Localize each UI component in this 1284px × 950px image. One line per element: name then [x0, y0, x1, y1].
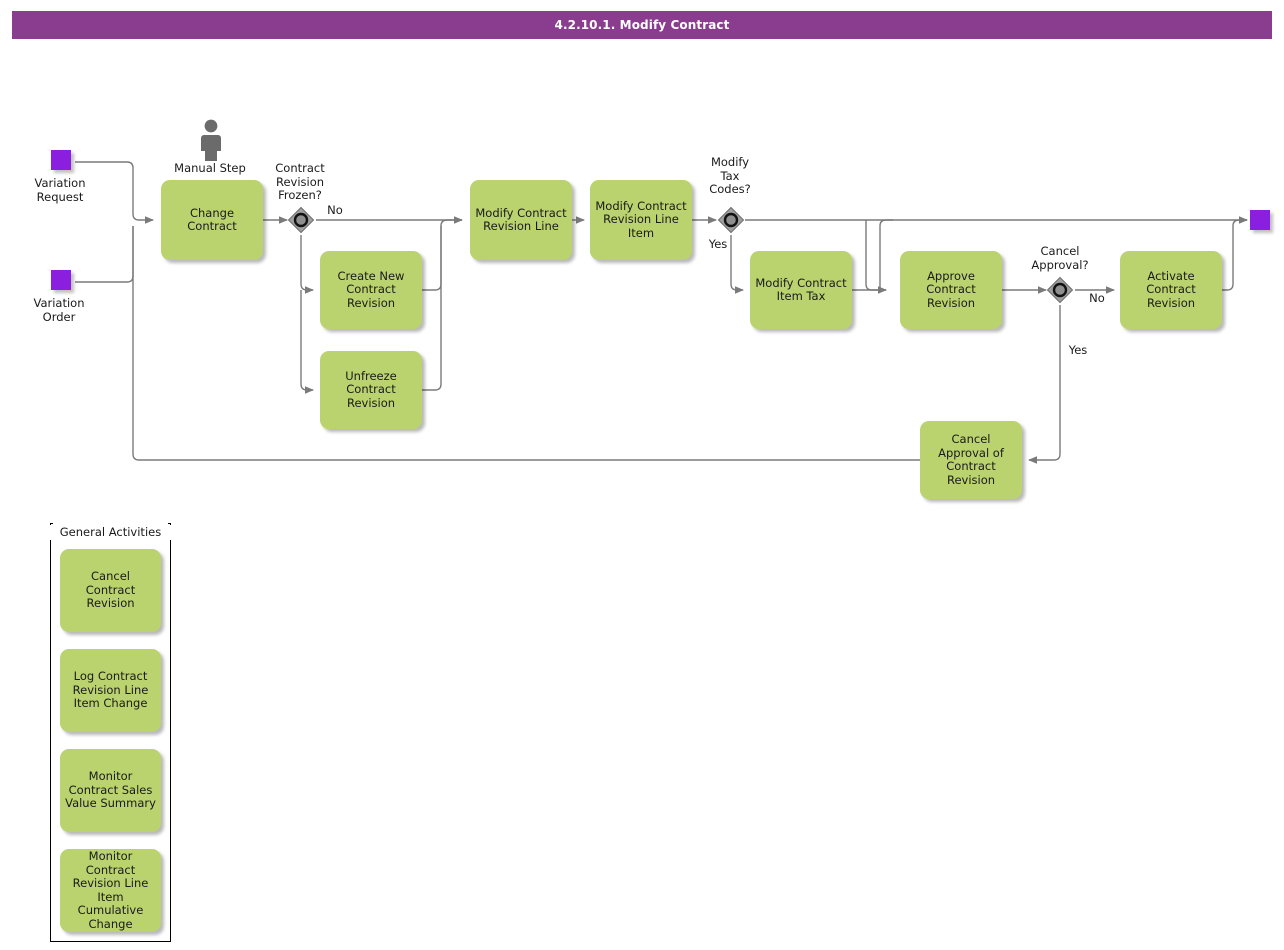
- task-log-contract-revision-line-item-change[interactable]: Log Contract Revision Line Item Change: [60, 649, 161, 732]
- task-monitor-contract-revision-line-item-cumulative-change[interactable]: Monitor Contract Revision Line Item Cumu…: [60, 849, 161, 932]
- task-cancel-approval-of-contract-revision-label: Cancel Approval of Contract Revision: [938, 432, 1004, 487]
- flow-label-cancel-yes: Yes: [1068, 343, 1088, 357]
- gateway-modify-tax-codes-label: Modify Tax Codes?: [709, 155, 751, 196]
- task-activate-contract-revision-label: Activate Contract Revision: [1146, 268, 1196, 310]
- manual-step-label: Manual Step: [174, 161, 246, 175]
- task-modify-contract-item-tax-label: Modify Contract Item Tax: [755, 275, 847, 303]
- gateway-contract-revision-frozen-label: Contract Revision Frozen?: [275, 161, 325, 202]
- task-unfreeze-contract-revision[interactable]: Unfreeze Contract Revision: [320, 351, 422, 429]
- gateway-cancel-approval[interactable]: [1045, 275, 1075, 305]
- task-modify-contract-revision-line-label: Modify Contract Revision Line: [475, 205, 567, 233]
- end-event[interactable]: [1250, 210, 1270, 230]
- gateway-contract-revision-frozen[interactable]: [286, 205, 316, 235]
- task-activate-contract-revision[interactable]: Activate Contract Revision: [1120, 251, 1222, 329]
- start-event-variation-request-label: Variation Request: [34, 176, 86, 204]
- task-cancel-approval-of-contract-revision[interactable]: Cancel Approval of Contract Revision: [920, 421, 1022, 499]
- gateway-cancel-approval-label: Cancel Approval?: [1031, 244, 1089, 272]
- flow-label-tax-yes: Yes: [708, 237, 728, 251]
- task-modify-contract-revision-line[interactable]: Modify Contract Revision Line: [470, 180, 572, 260]
- task-monitor-contract-sales-value-summary[interactable]: Monitor Contract Sales Value Summary: [60, 749, 161, 832]
- flow-label-frozen-no: No: [327, 203, 343, 217]
- process-diagram-canvas: 4.2.10.1. Modify Contract Variation Requ…: [0, 0, 1284, 950]
- task-approve-contract-revision[interactable]: Approve Contract Revision: [900, 251, 1002, 329]
- task-change-contract-label: Change Contract: [187, 205, 237, 233]
- task-modify-contract-item-tax[interactable]: Modify Contract Item Tax: [750, 251, 852, 329]
- task-cancel-contract-revision-label: Cancel Contract Revision: [85, 569, 136, 611]
- flow-label-cancel-no: No: [1089, 291, 1105, 305]
- task-monitor-contract-revision-line-item-cumulative-change-label: Monitor Contract Revision Line Item Cumu…: [72, 849, 149, 931]
- general-activities-title: General Activities: [50, 525, 171, 540]
- gateway-modify-tax-codes[interactable]: [716, 205, 746, 235]
- task-cancel-contract-revision[interactable]: Cancel Contract Revision: [60, 549, 161, 632]
- connector-layer: [75, 161, 1248, 464]
- task-create-new-contract-revision-label: Create New Contract Revision: [337, 268, 405, 310]
- start-event-variation-order[interactable]: [51, 270, 71, 290]
- task-modify-contract-revision-line-item[interactable]: Modify Contract Revision Line Item: [590, 180, 692, 260]
- task-change-contract[interactable]: Change Contract: [161, 180, 263, 260]
- start-event-variation-order-label: Variation Order: [33, 296, 85, 324]
- task-create-new-contract-revision[interactable]: Create New Contract Revision: [320, 251, 422, 329]
- manual-step-person-icon: [198, 118, 224, 162]
- task-unfreeze-contract-revision-label: Unfreeze Contract Revision: [345, 368, 397, 410]
- task-modify-contract-revision-line-item-label: Modify Contract Revision Line Item: [595, 198, 687, 240]
- task-monitor-contract-sales-value-summary-label: Monitor Contract Sales Value Summary: [65, 769, 156, 811]
- page-title: 4.2.10.1. Modify Contract: [12, 11, 1272, 39]
- task-approve-contract-revision-label: Approve Contract Revision: [926, 268, 976, 310]
- start-event-variation-request[interactable]: [51, 150, 71, 170]
- task-log-contract-revision-line-item-change-label: Log Contract Revision Line Item Change: [72, 669, 149, 711]
